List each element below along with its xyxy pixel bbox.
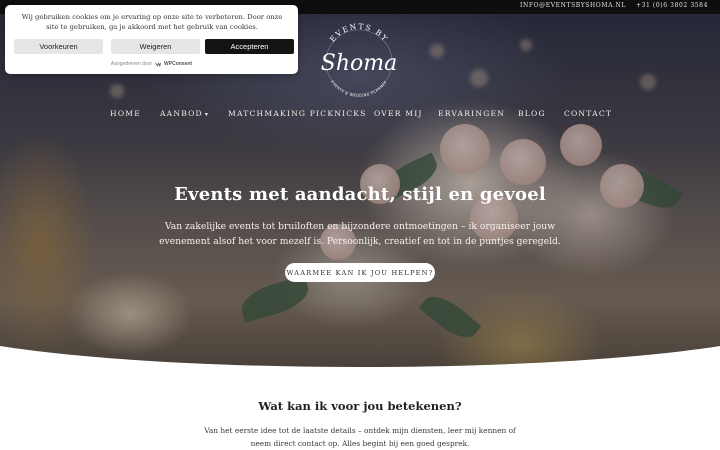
nav-item-label: OVER MIJ	[374, 109, 423, 118]
logo-top-text: EVENTS BY	[328, 22, 390, 44]
nav-item-contact[interactable]: CONTACT	[564, 109, 612, 118]
cookie-powered-by[interactable]: Aangedreven door WPConsent	[5, 61, 298, 67]
nav-item-label: MATCHMAKING PICKNICKS	[228, 109, 367, 118]
cookie-preferences-button[interactable]: Voorkeuren	[14, 39, 103, 54]
powered-by-brand: WPConsent	[164, 61, 193, 67]
nav-item-label: ERVARINGEN	[438, 109, 506, 118]
nav-item-label: CONTACT	[564, 109, 613, 118]
nav-item-home[interactable]: HOME	[110, 109, 141, 118]
wpconsent-logo-icon	[155, 62, 161, 67]
nav-item-label: BLOG	[518, 109, 546, 118]
nav-item-label: AANBOD	[160, 109, 203, 118]
cookie-consent-popup: Wij gebruiken cookies om je ervaring op …	[5, 5, 298, 74]
nav-item-matchmaking-picknicks[interactable]: MATCHMAKING PICKNICKS	[228, 109, 367, 118]
chevron-down-icon: ▾	[204, 111, 210, 118]
nav-item-ervaringen[interactable]: ERVARINGEN	[438, 109, 505, 118]
powered-by-text: Aangedreven door	[110, 61, 153, 67]
contact-phone-link[interactable]: +31 (0)6 3802 3584	[636, 2, 708, 9]
cookie-message: Wij gebruiken cookies om je ervaring op …	[21, 13, 283, 31]
hero-subtitle: Van zakelijke events tot bruiloften en b…	[159, 221, 561, 247]
cookie-deny-button[interactable]: Weigeren	[111, 39, 200, 54]
hero-curve-divider	[0, 346, 720, 372]
nav-item-aanbod[interactable]: AANBOD ▾	[160, 109, 209, 118]
intro-title: Wat kan ik voor jou betekenen?	[258, 399, 462, 413]
nav-item-over-mij[interactable]: OVER MIJ	[374, 109, 423, 118]
contact-info: INFO@EVENTSBYSHOMA.NL +31 (0)6 3802 3584	[520, 2, 708, 9]
main-nav: HOME AANBOD ▾ MATCHMAKING PICKNICKS OVER …	[0, 109, 720, 121]
logo-bottom-text: EVENTS & WEDDING PLANNER	[330, 80, 388, 98]
cookie-accept-button[interactable]: Accepteren	[205, 39, 294, 54]
intro-text: Van het eerste idee tot de laatste detai…	[204, 426, 516, 448]
nav-item-label: HOME	[110, 109, 141, 118]
logo-script-text: Shoma	[321, 51, 397, 76]
contact-email-link[interactable]: INFO@EVENTSBYSHOMA.NL	[520, 2, 626, 9]
site-logo[interactable]: EVENTS BY Shoma EVENTS & WEDDING PLANNER	[314, 20, 404, 100]
hero-cta-button[interactable]: WAARMEE KAN IK JOU HELPEN?	[285, 263, 435, 282]
nav-item-blog[interactable]: BLOG	[518, 109, 546, 118]
hero-title: Events met aandacht, stijl en gevoel	[174, 184, 546, 205]
